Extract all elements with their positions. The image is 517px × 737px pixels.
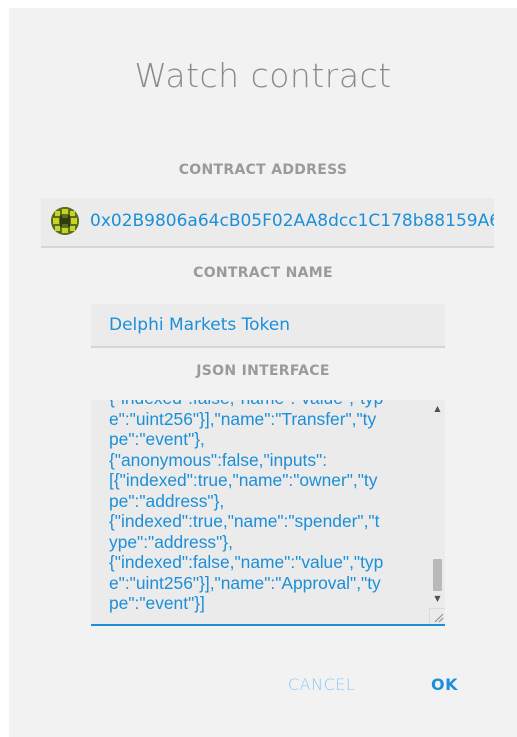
resize-grip-icon[interactable] bbox=[429, 608, 445, 624]
contract-address-field[interactable]: 0x02B9806a64cB05F02AA8dcc1C178b88159A61E… bbox=[41, 198, 494, 248]
json-interface-textarea[interactable]: {"indexed":false,"name":"value","typ e":… bbox=[91, 400, 445, 626]
scroll-down-icon[interactable]: ▼ bbox=[430, 592, 445, 606]
scroll-up-icon[interactable]: ▲ bbox=[430, 402, 445, 416]
dialog-title: Watch contract bbox=[134, 56, 392, 95]
json-line: ype":"address"}, bbox=[109, 531, 233, 552]
json-line: pe":"event"}] bbox=[109, 593, 205, 613]
json-line: {"anonymous":false,"inputs": bbox=[109, 449, 328, 470]
identicon-icon bbox=[51, 207, 79, 235]
contract-name-field[interactable]: Delphi Markets Token bbox=[91, 304, 445, 348]
scroll-thumb[interactable] bbox=[433, 559, 442, 591]
json-line: [{"indexed":true,"name":"owner","ty bbox=[109, 470, 378, 490]
contract-name-value[interactable]: Delphi Markets Token bbox=[109, 315, 290, 335]
json-line: pe":"address"}, bbox=[109, 490, 225, 511]
json-line: e":"uint256"}],"name":"Approval","ty bbox=[109, 572, 381, 593]
json-line: {"indexed":true,"name":"spender","t bbox=[109, 511, 380, 531]
json-interface-label: JSON INTERFACE bbox=[196, 363, 330, 379]
json-line: {"indexed":false,"name":"value","typ bbox=[109, 552, 384, 572]
contract-name-label: CONTRACT NAME bbox=[193, 265, 333, 281]
json-line: pe":"event"}, bbox=[109, 429, 205, 449]
ok-button[interactable]: OK bbox=[431, 675, 458, 694]
contract-address-value[interactable]: 0x02B9806a64cB05F02AA8dcc1C178b88159A61E… bbox=[90, 211, 494, 231]
contract-address-label: CONTRACT ADDRESS bbox=[178, 162, 348, 178]
json-line: e":"uint256"}],"name":"Transfer","ty bbox=[109, 408, 377, 429]
json-interface-content[interactable]: {"indexed":false,"name":"value","typ e":… bbox=[109, 400, 409, 614]
json-line: {"indexed":false,"name":"value","typ bbox=[109, 400, 409, 409]
watch-contract-dialog: Watch contract CONTRACT ADDRESS 0x02B980… bbox=[9, 8, 517, 737]
cancel-button[interactable]: CANCEL bbox=[288, 675, 355, 694]
json-scrollbar[interactable]: ▲ ▼ bbox=[430, 400, 445, 624]
